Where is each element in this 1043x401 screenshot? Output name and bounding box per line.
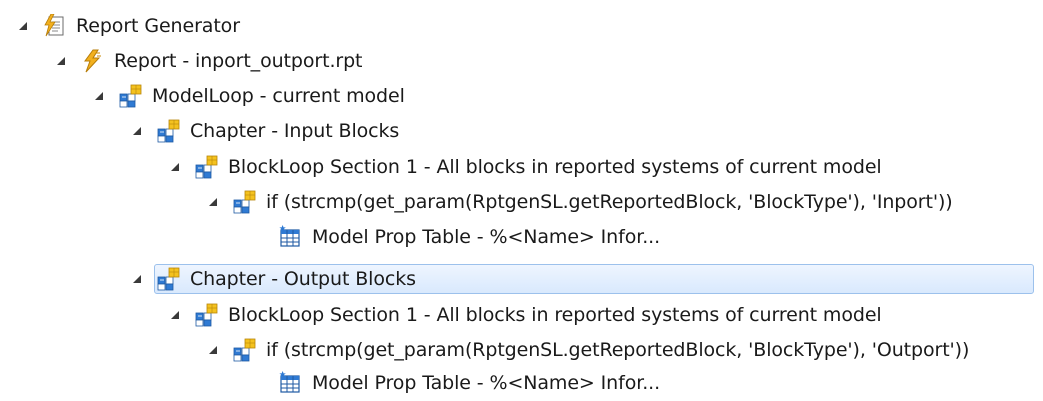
expand-toggle-icon[interactable] [166, 150, 184, 184]
report-generator-icon [42, 14, 66, 38]
table-icon [278, 225, 302, 249]
component-blocks-icon [118, 84, 142, 108]
component-blocks-icon [194, 155, 218, 179]
tree-node-blockloop-input[interactable]: BlockLoop Section 1 - All blocks in repo… [166, 150, 882, 184]
expand-toggle-icon[interactable] [14, 9, 32, 43]
tree-node-blockloop-output[interactable]: BlockLoop Section 1 - All blocks in repo… [166, 298, 882, 332]
tree-node-label: BlockLoop Section 1 - All blocks in repo… [228, 304, 882, 326]
expand-toggle-icon[interactable] [128, 262, 146, 296]
table-icon [278, 371, 302, 395]
component-blocks-icon [232, 338, 256, 362]
expand-toggle-icon[interactable] [204, 333, 222, 367]
report-outline-tree: Report Generator Report - inport_outport… [0, 0, 1043, 401]
component-blocks-icon [156, 119, 180, 143]
expand-toggle-icon[interactable] [204, 185, 222, 219]
tree-node-label: if (strcmp(get_param(RptgenSL.getReporte… [266, 191, 953, 213]
component-blocks-icon [156, 267, 180, 291]
expand-toggle-icon[interactable] [166, 298, 184, 332]
tree-node-chapter-input[interactable]: Chapter - Input Blocks [128, 114, 399, 148]
tree-node-label: ModelLoop - current model [152, 85, 405, 107]
tree-node-modelloop[interactable]: ModelLoop - current model [90, 79, 405, 113]
component-blocks-icon [232, 190, 256, 214]
tree-node-label: Report Generator [76, 15, 240, 37]
tree-node-report[interactable]: Report - inport_outport.rpt [52, 44, 363, 78]
tree-node-chapter-output[interactable]: Chapter - Output Blocks [128, 262, 1034, 296]
expand-toggle-icon[interactable] [90, 79, 108, 113]
component-blocks-icon [194, 303, 218, 327]
tree-node-if-outport[interactable]: if (strcmp(get_param(RptgenSL.getReporte… [204, 333, 969, 367]
tree-node-model-prop-table-output[interactable]: Model Prop Table - %<Name> Infor... [278, 366, 660, 400]
report-lightning-icon [80, 49, 104, 73]
tree-node-label: Chapter - Output Blocks [190, 268, 416, 290]
expand-toggle-icon[interactable] [128, 114, 146, 148]
tree-node-label: Model Prop Table - %<Name> Infor... [312, 372, 661, 394]
tree-node-label: if (strcmp(get_param(RptgenSL.getReporte… [266, 339, 970, 361]
tree-node-label: Chapter - Input Blocks [190, 120, 400, 142]
tree-node-model-prop-table-input[interactable]: Model Prop Table - %<Name> Infor... [278, 220, 660, 254]
tree-node-label: BlockLoop Section 1 - All blocks in repo… [228, 156, 882, 178]
tree-node-if-inport[interactable]: if (strcmp(get_param(RptgenSL.getReporte… [204, 185, 953, 219]
tree-node-label: Report - inport_outport.rpt [114, 50, 363, 72]
tree-node-label: Model Prop Table - %<Name> Infor... [312, 226, 661, 248]
tree-node-report-generator[interactable]: Report Generator [14, 9, 240, 43]
expand-toggle-icon[interactable] [52, 44, 70, 78]
